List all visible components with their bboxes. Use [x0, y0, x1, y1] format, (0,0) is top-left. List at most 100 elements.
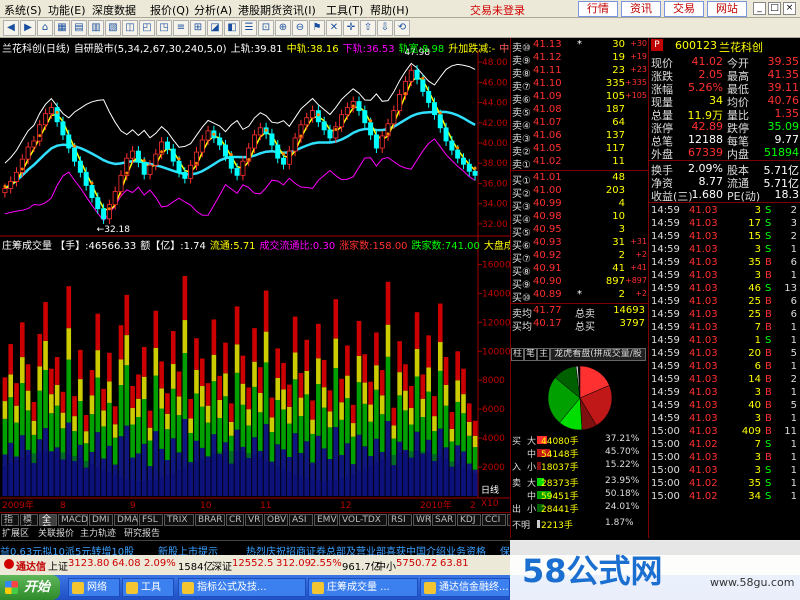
options-icon[interactable]: ☰: [241, 20, 257, 36]
trade-status[interactable]: 交易未登录: [470, 2, 525, 18]
kline-chart[interactable]: 48.00 46.00 44.00 42.00 40.00 38.00 36.00 34.00…: [0, 38, 510, 512]
indicator-tab[interactable]: BRAR: [195, 514, 225, 526]
extension-tab[interactable]: 研究报告: [124, 526, 160, 539]
taskbar-button[interactable]: 通达信金融终...: [420, 578, 510, 597]
minimize-icon[interactable]: _: [753, 2, 766, 15]
zoom-out-icon[interactable]: ⊖: [292, 20, 308, 36]
indicator-tab[interactable]: SAR: [432, 514, 456, 526]
indicator-tab[interactable]: WR: [413, 514, 431, 526]
indicator-tab[interactable]: ASI: [289, 514, 313, 526]
volume-bar-segment: [321, 359, 327, 388]
flow-tab[interactable]: 主: [537, 348, 550, 361]
volume-base-fill: [373, 462, 380, 496]
quick-nav-button[interactable]: 网站: [707, 1, 747, 17]
maximize-icon[interactable]: □: [768, 2, 781, 15]
kline-chart-area[interactable]: 48.00 46.00 44.00 42.00 40.00 38.00 36.00 34.00…: [0, 38, 519, 512]
forward-icon[interactable]: ▶: [20, 20, 36, 36]
home-icon[interactable]: ⌂: [37, 20, 53, 36]
menu-item[interactable]: 资讯(I): [282, 2, 316, 18]
tick-direction: B: [765, 413, 772, 424]
menu-item[interactable]: 帮助(H): [370, 2, 409, 18]
signal-dot: [20, 167, 24, 171]
volume-bar-segment: [141, 399, 147, 444]
flow-tab[interactable]: 笔: [524, 348, 537, 361]
move-icon[interactable]: ✛: [343, 20, 359, 36]
quick-nav-button[interactable]: 交易: [664, 1, 704, 17]
volume-bar-segment: [356, 320, 362, 356]
window-icon[interactable]: ◰: [139, 20, 155, 36]
quick-nav-button[interactable]: 资讯: [621, 1, 661, 17]
menu-item[interactable]: 分析(A): [194, 2, 232, 18]
tick-row: 14:59 41.03 17 S 3: [649, 218, 800, 231]
indicator-tab[interactable]: MACD: [58, 514, 88, 526]
extension-tab[interactable]: 主力轨迹: [80, 526, 116, 539]
list-icon[interactable]: ▤: [71, 20, 87, 36]
tick-price: 41.03: [689, 309, 718, 320]
zoom-in-icon[interactable]: ⊕: [275, 20, 291, 36]
report-icon[interactable]: ◧: [224, 20, 240, 36]
bid-marker: *: [577, 289, 582, 300]
volume-base-fill: [257, 457, 264, 496]
flag-icon[interactable]: ⚑: [309, 20, 325, 36]
extension-tab[interactable]: 扩展区: [2, 526, 29, 539]
grid-icon[interactable]: ▦: [54, 20, 70, 36]
indicator-tab[interactable]: CR: [226, 514, 244, 526]
indicator-tab[interactable]: DMA: [114, 514, 138, 526]
candle: [426, 91, 432, 103]
indicator-tab[interactable]: EMV: [314, 514, 338, 526]
volume-bar-segment: [298, 416, 304, 453]
flow-tab[interactable]: 柱: [511, 348, 524, 361]
ask-volume: 187: [605, 104, 625, 115]
menu-icon[interactable]: ≡: [173, 20, 189, 36]
indicator-tab[interactable]: TRIX: [164, 514, 194, 526]
extension-tab[interactable]: 关联报价: [38, 526, 74, 539]
taskbar-button[interactable]: 庄筹成交量 ...: [308, 578, 418, 597]
volume-indicator-value: 额【亿】:1.74: [140, 241, 206, 252]
menu-item[interactable]: 工具(T): [326, 2, 363, 18]
volume-title-line: 庄筹成交量 【手】:46566.33 额【亿】:1.74 流通:5.71 成交流通比:…: [2, 237, 518, 252]
indicator-tab[interactable]: CCI: [482, 514, 506, 526]
indicator-tab[interactable]: RSI: [388, 514, 412, 526]
volume-tick-label: 14000: [482, 289, 510, 299]
chart-icon[interactable]: ◪: [207, 20, 223, 36]
indicator-tab[interactable]: 模板: [20, 514, 38, 535]
tick-count: 6: [790, 296, 797, 307]
menu-item[interactable]: 深度数据: [92, 2, 136, 18]
quick-nav-button[interactable]: 行情: [578, 1, 618, 17]
indicator-tab[interactable]: VOL-TDX: [339, 514, 387, 526]
candle: [205, 130, 211, 141]
up-icon[interactable]: ⇧: [360, 20, 376, 36]
start-button[interactable]: 开始: [0, 575, 60, 600]
indicator-value: 中轨:38.16: [286, 44, 339, 55]
layout-icon[interactable]: ◳: [156, 20, 172, 36]
indicator-tab[interactable]: FSL: [139, 514, 163, 526]
menu-item[interactable]: 功能(E): [48, 2, 86, 18]
back-icon[interactable]: ◀: [3, 20, 19, 36]
split-icon[interactable]: ◫: [122, 20, 138, 36]
menu-item[interactable]: 报价(Q): [150, 2, 189, 18]
menu-item[interactable]: 港股期货: [238, 2, 282, 18]
tiles-icon[interactable]: ⊞: [190, 20, 206, 36]
volume-bar-segment: [170, 331, 176, 365]
refresh-icon[interactable]: ⟲: [394, 20, 410, 36]
menu-item[interactable]: 系统(S): [4, 2, 42, 18]
tick-volume: 3: [754, 387, 761, 398]
columns-icon[interactable]: ▥: [88, 20, 104, 36]
close-icon[interactable]: ×: [783, 2, 796, 15]
flow-tab[interactable]: 龙虎看盘(拼成交量/股: [550, 348, 646, 361]
indicator-tab[interactable]: 指标: [1, 514, 19, 535]
indicator-tab[interactable]: KDJ: [457, 514, 481, 526]
volume-bar-segment: [281, 362, 286, 390]
indicator-tab[interactable]: 全部: [39, 514, 57, 535]
panel-icon[interactable]: ▧: [105, 20, 121, 36]
taskbar-button[interactable]: 工具: [122, 578, 174, 597]
box-icon[interactable]: ⊡: [258, 20, 274, 36]
tick-volume: 7: [754, 439, 761, 450]
taskbar-button[interactable]: 指标公式及技...: [178, 578, 306, 597]
down-icon[interactable]: ⇩: [377, 20, 393, 36]
delete-icon[interactable]: ✕: [326, 20, 342, 36]
taskbar-button[interactable]: 网络: [68, 578, 120, 597]
indicator-tab[interactable]: OBV: [264, 514, 288, 526]
indicator-tab[interactable]: DMI: [89, 514, 113, 526]
indicator-tab[interactable]: VR: [245, 514, 263, 526]
